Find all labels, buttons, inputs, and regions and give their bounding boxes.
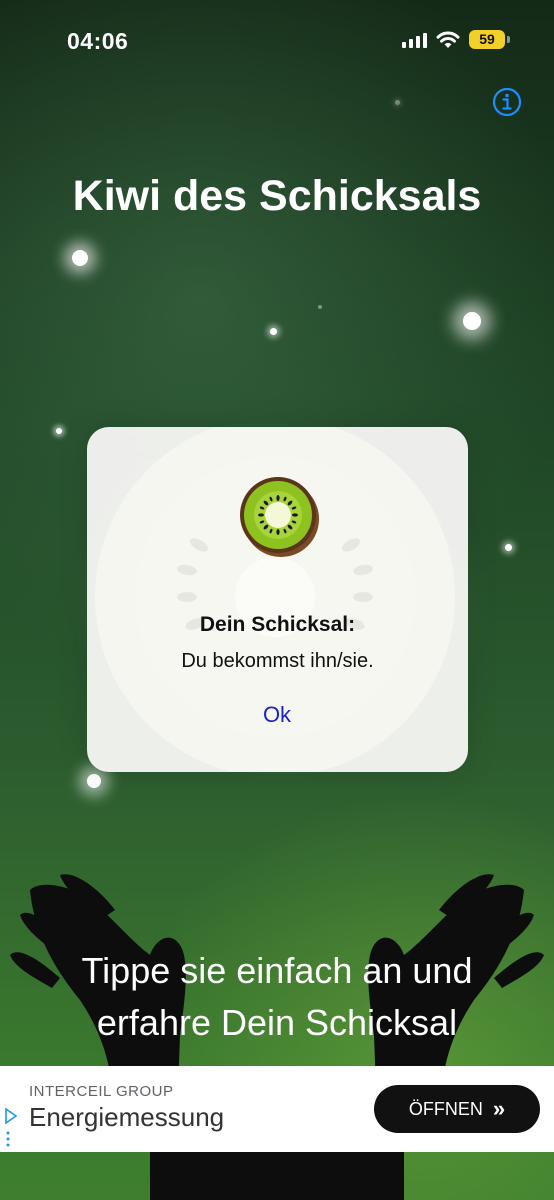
tagline: Tippe sie einfach an und erfahre Dein Sc… bbox=[0, 945, 554, 1049]
adchoices-icon[interactable] bbox=[4, 1106, 18, 1150]
tagline-line-2: erfahre Dein Schicksal bbox=[96, 1002, 458, 1043]
sparkle bbox=[87, 774, 101, 788]
ad-open-label: ÖFFNEN bbox=[408, 1098, 483, 1119]
app-screen: 04:06 59 Kiwi des Schicksals Tippe sie e… bbox=[0, 0, 554, 1200]
ad-headline[interactable]: Energiemessung bbox=[29, 1102, 224, 1133]
sparkle bbox=[463, 312, 481, 330]
cellular-signal-icon bbox=[402, 32, 427, 48]
fate-alert-dialog: Dein Schicksal: Du bekommst ihn/sie. Ok bbox=[87, 427, 468, 772]
sparkle bbox=[395, 100, 400, 105]
battery-icon: 59 bbox=[469, 30, 510, 49]
info-icon[interactable] bbox=[492, 87, 522, 117]
alert-message: Du bekommst ihn/sie. bbox=[181, 650, 374, 672]
ad-open-button[interactable]: ÖFFNEN » bbox=[374, 1085, 540, 1133]
sparkle bbox=[505, 544, 512, 551]
ad-advertiser: INTERCEIL GROUP bbox=[29, 1083, 174, 1100]
ok-button[interactable]: Ok bbox=[227, 702, 327, 728]
app-title: Kiwi des Schicksals bbox=[72, 172, 482, 220]
sparkle bbox=[72, 250, 88, 266]
status-time: 04:06 bbox=[67, 28, 129, 54]
sparkle bbox=[318, 305, 322, 309]
battery-level: 59 bbox=[469, 30, 505, 49]
double-chevron-right-icon: » bbox=[492, 1096, 506, 1121]
sparkle bbox=[270, 328, 277, 335]
status-icons: 59 bbox=[402, 30, 510, 49]
wifi-icon bbox=[436, 31, 460, 48]
alert-title: Dein Schicksal: bbox=[199, 613, 356, 636]
sparkle bbox=[56, 428, 62, 434]
tagline-line-1: Tippe sie einfach an und bbox=[81, 950, 473, 991]
kiwi-icon bbox=[240, 477, 319, 557]
